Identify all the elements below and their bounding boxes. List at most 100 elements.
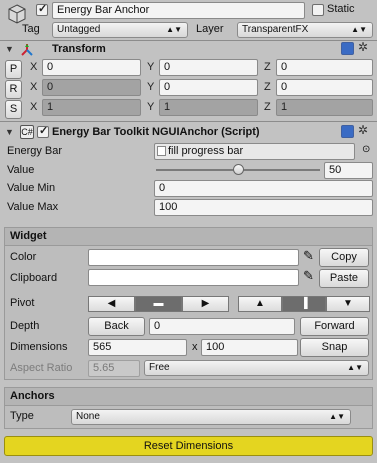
color-label: Color (10, 251, 37, 263)
rot-x-axis-label: X (30, 81, 38, 93)
pivot-horizontal-group: ◀ ▬ ▶ (88, 296, 229, 312)
layer-dropdown[interactable]: TransparentFX ▲▼ (237, 22, 373, 38)
aspect-ratio-field: 5.65 (88, 360, 140, 377)
pivot-center-h-button[interactable]: ▬ (135, 296, 182, 312)
pos-z-axis-label: Z (264, 61, 271, 73)
rotation-z-field[interactable]: 0 (276, 79, 373, 96)
layer-dropdown-arrow-icon: ▲▼ (351, 25, 367, 34)
object-ref-icon (157, 146, 166, 157)
transform-title: Transform (52, 43, 106, 55)
copy-button[interactable]: Copy (319, 248, 369, 267)
anchors-header[interactable] (5, 388, 372, 406)
transform-foldout-icon[interactable]: ▼ (5, 44, 14, 54)
rotation-y-field[interactable]: 0 (159, 79, 258, 96)
anchor-dropdown-arrow-icon: ▲▼ (329, 412, 345, 421)
value-min-label: Value Min (7, 182, 56, 194)
depth-field[interactable]: 0 (149, 318, 295, 335)
aspect-ratio-label: Aspect Ratio (10, 362, 73, 374)
energy-bar-value: fill progress bar (168, 145, 244, 157)
gameobject-icon (6, 3, 28, 25)
anchor-type-dropdown[interactable]: None ▲▼ (71, 409, 351, 425)
pivot-top-button[interactable]: ▲ (238, 296, 282, 312)
paste-button[interactable]: Paste (319, 269, 369, 288)
pivot-vertical-group: ▲ ▐ ▼ (238, 296, 370, 312)
pivot-label: Pivot (10, 297, 35, 309)
scale-z-axis-label: Z (264, 101, 271, 113)
pivot-right-button[interactable]: ▶ (182, 296, 229, 312)
transform-gear-icon[interactable]: ✲ (358, 40, 368, 54)
scale-x-field[interactable]: 1 (42, 99, 141, 116)
clipboard-eyedropper-icon[interactable]: ✎ (303, 268, 314, 284)
reset-rotation-button[interactable]: R (5, 80, 22, 99)
color-field[interactable] (88, 249, 299, 266)
clipboard-label: Clipboard (10, 272, 58, 284)
pos-x-axis-label: X (30, 61, 38, 73)
scale-y-field[interactable]: 1 (159, 99, 258, 116)
depth-label: Depth (10, 320, 40, 332)
tag-value: Untagged (57, 24, 101, 35)
pivot-center-v-button[interactable]: ▐ (282, 296, 326, 312)
static-checkbox[interactable] (312, 4, 324, 16)
depth-forward-button[interactable]: Forward (300, 317, 369, 336)
tag-dropdown[interactable]: Untagged ▲▼ (52, 22, 188, 38)
position-z-field[interactable]: 0 (276, 59, 373, 76)
energy-bar-object-field[interactable]: fill progress bar (154, 143, 355, 160)
scale-z-field[interactable]: 1 (276, 99, 373, 116)
script-foldout-icon[interactable]: ▼ (5, 127, 14, 137)
rot-z-axis-label: Z (264, 81, 271, 93)
script-enabled-checkbox[interactable] (37, 124, 49, 138)
value-label: Value (7, 164, 35, 176)
anchors-title: Anchors (10, 390, 55, 402)
anchor-type-value: None (76, 411, 100, 422)
value-max-field[interactable]: 100 (154, 199, 373, 216)
divider (0, 121, 377, 122)
snap-button[interactable]: Snap (300, 338, 369, 357)
position-x-field[interactable]: 0 (42, 59, 141, 76)
depth-back-button[interactable]: Back (88, 317, 145, 336)
script-title: Energy Bar Toolkit NGUIAnchor (Script) (52, 126, 260, 138)
layer-value: TransparentFX (242, 24, 309, 35)
pivot-bottom-button[interactable]: ▼ (326, 296, 370, 312)
position-y-field[interactable]: 0 (159, 59, 258, 76)
dimensions-x-label: x (192, 341, 198, 353)
slider-thumb[interactable] (233, 164, 244, 175)
static-label: Static (327, 3, 355, 15)
scale-x-axis-label: X (30, 101, 38, 113)
value-field[interactable]: 50 (324, 162, 373, 179)
widget-title: Widget (10, 230, 47, 242)
pivot-left-button[interactable]: ◀ (88, 296, 135, 312)
dimensions-label: Dimensions (10, 341, 68, 353)
energy-bar-label: Energy Bar (7, 145, 63, 157)
tag-label: Tag (22, 23, 40, 35)
help-book-icon[interactable] (341, 42, 354, 55)
reset-dimensions-button[interactable]: Reset Dimensions (4, 436, 373, 456)
value-min-field[interactable]: 0 (154, 180, 373, 197)
reset-position-button[interactable]: P (5, 60, 22, 79)
width-field[interactable]: 565 (88, 339, 187, 356)
tag-dropdown-arrow-icon: ▲▼ (166, 25, 182, 34)
pos-y-axis-label: Y (147, 61, 155, 73)
reset-scale-button[interactable]: S (5, 100, 22, 119)
script-help-book-icon[interactable] (341, 125, 354, 138)
clipboard-field[interactable] (88, 269, 299, 286)
script-icon: C# (20, 125, 34, 139)
layer-label: Layer (196, 23, 224, 35)
object-picker-icon[interactable]: ⊙ (362, 144, 370, 155)
widget-header[interactable] (5, 228, 372, 246)
eyedropper-icon[interactable]: ✎ (303, 248, 314, 264)
object-name-field[interactable]: Energy Bar Anchor (52, 2, 305, 19)
aspect-mode-value: Free (149, 362, 170, 373)
rotation-x-field[interactable]: 0 (42, 79, 141, 96)
transform-icon (19, 42, 35, 58)
script-gear-icon[interactable]: ✲ (358, 123, 368, 137)
value-slider[interactable] (156, 163, 320, 177)
rot-y-axis-label: Y (147, 81, 155, 93)
value-max-label: Value Max (7, 201, 59, 213)
aspect-mode-dropdown[interactable]: Free ▲▼ (144, 360, 369, 376)
aspect-dropdown-arrow-icon: ▲▼ (347, 363, 363, 372)
anchor-type-label: Type (10, 410, 34, 422)
divider (0, 40, 377, 41)
height-field[interactable]: 100 (201, 339, 298, 356)
active-checkbox[interactable] (36, 2, 48, 16)
scale-y-axis-label: Y (147, 101, 155, 113)
